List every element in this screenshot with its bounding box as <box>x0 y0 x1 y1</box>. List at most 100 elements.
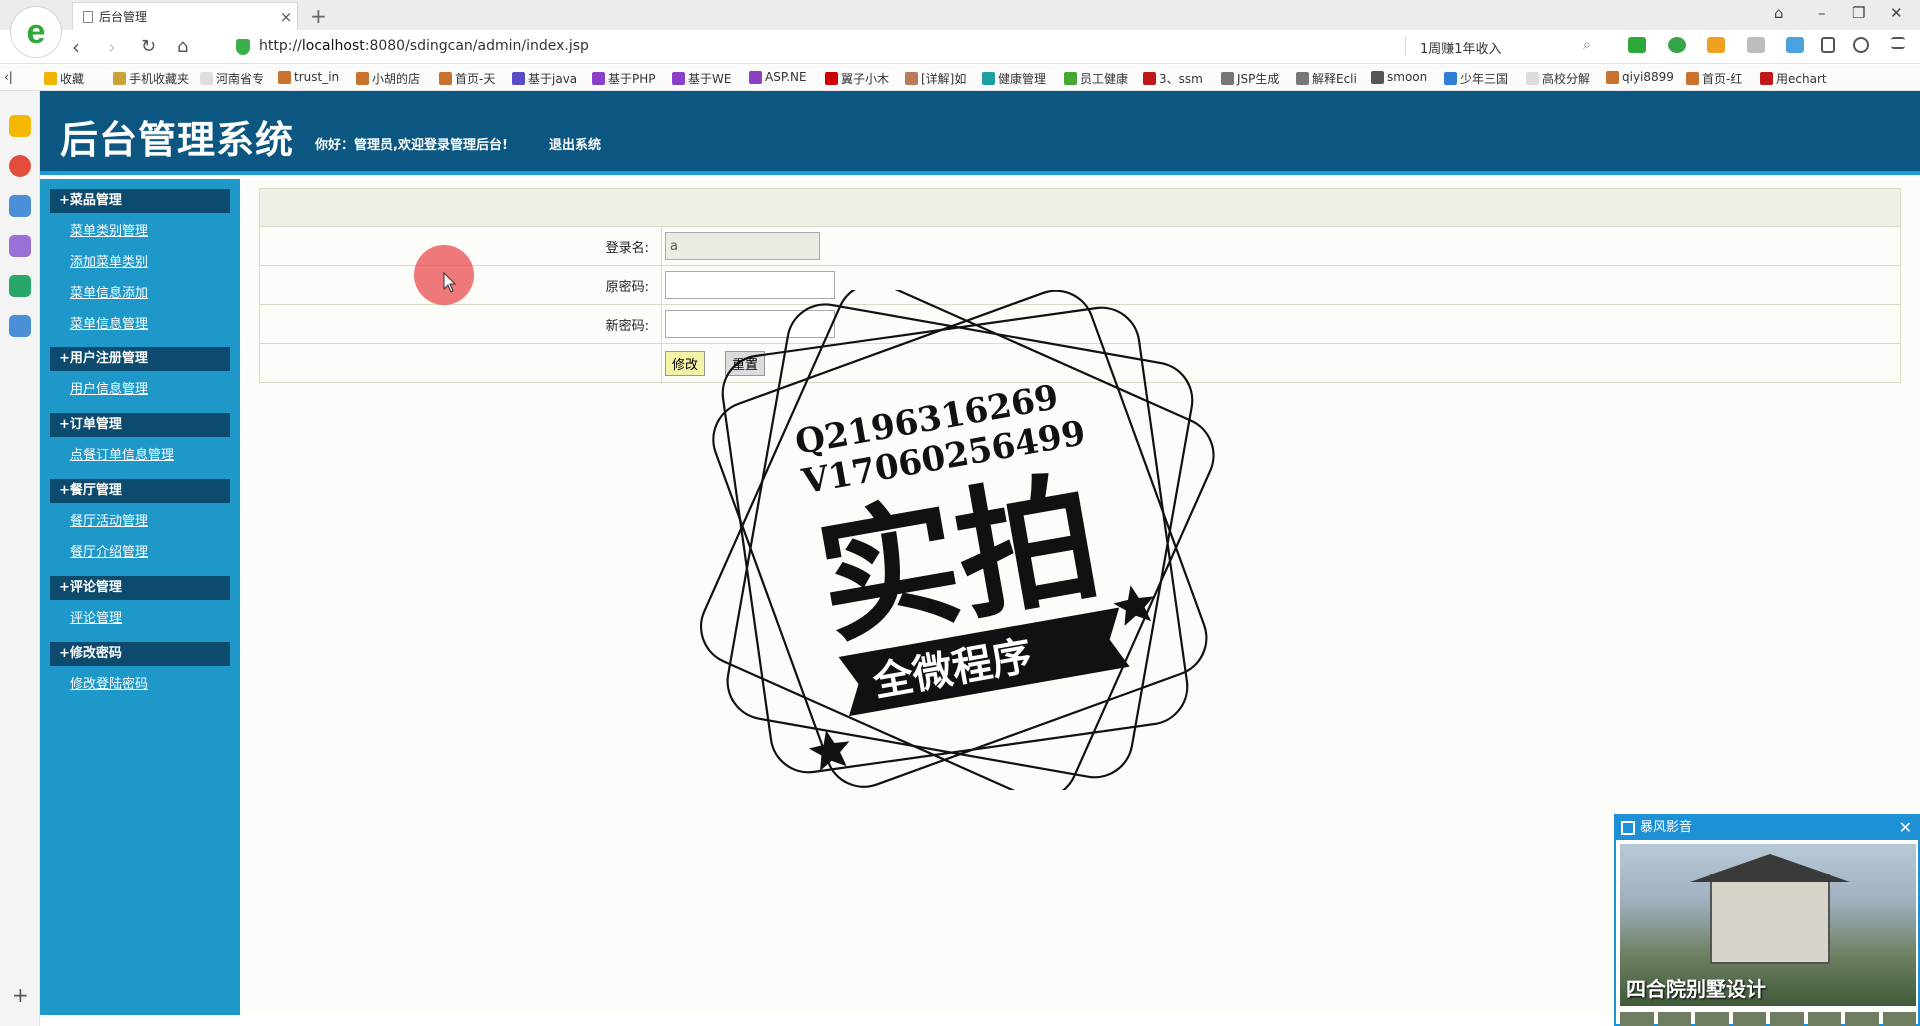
restore-button[interactable]: ❐ <box>1852 4 1865 22</box>
shirt-icon[interactable]: ⌂ <box>1774 4 1784 22</box>
bookmark-label: 解释Ecli <box>1312 72 1357 86</box>
bookmark-item[interactable]: 高校分解 <box>1526 70 1590 87</box>
menu-section-restaurant[interactable]: +餐厅管理 <box>50 479 230 503</box>
bookmark-label: ASP.NE <box>765 70 807 84</box>
translate-icon[interactable] <box>1668 37 1686 53</box>
apps-grid-icon[interactable] <box>1786 37 1804 53</box>
reload-button[interactable]: ↻ <box>141 36 156 57</box>
search-icon[interactable]: ⌕ <box>1583 37 1591 53</box>
bookmark-item[interactable]: ASP.NE <box>749 70 807 84</box>
forward-button[interactable]: › <box>108 35 116 59</box>
mail-icon[interactable] <box>9 195 31 217</box>
scissors-icon[interactable] <box>1628 37 1646 53</box>
login-name-field[interactable] <box>665 232 820 260</box>
logout-link[interactable]: 退出系统 <box>549 134 601 153</box>
reset-button[interactable]: 重置 <box>725 350 766 376</box>
video-icon[interactable] <box>9 275 31 297</box>
old-password-field[interactable] <box>665 271 835 299</box>
close-icon[interactable]: ✕ <box>1899 816 1912 840</box>
ad-thumbnails[interactable] <box>1620 1012 1916 1026</box>
tab-title: 后台管理 <box>99 10 148 24</box>
close-tab-icon[interactable]: × <box>275 8 297 26</box>
menu-section-orders[interactable]: +订单管理 <box>50 413 230 437</box>
home-button[interactable]: ⌂ <box>177 36 188 57</box>
bookmark-item[interactable]: 基于PHP <box>592 70 656 87</box>
bookmark-item[interactable]: 翼子小木 <box>825 70 889 87</box>
bookmark-item[interactable]: smoon <box>1371 70 1427 84</box>
favorites-icon[interactable] <box>9 115 31 137</box>
minimize-button[interactable]: – <box>1818 4 1826 22</box>
menu-section-comments[interactable]: +评论管理 <box>50 576 230 600</box>
bookmark-item[interactable]: 基于java <box>512 70 577 87</box>
bookmark-label: 首页-红 <box>1702 72 1743 86</box>
video-ad-popup[interactable]: 暴风影音 ✕ 四合院别墅设计 <box>1614 814 1920 1026</box>
bookmark-item[interactable]: JSP生成 <box>1221 70 1279 87</box>
mouse-cursor-icon <box>443 272 457 293</box>
bookmark-item[interactable]: 健康管理 <box>982 70 1046 87</box>
menu-link-add-category[interactable]: 添加菜单类别 <box>70 251 148 270</box>
menu-link-orders[interactable]: 点餐订单信息管理 <box>70 444 174 463</box>
change-password-form: 登录名: 原密码: 新密码: 修改重置 <box>259 188 1901 383</box>
menu-link-comments[interactable]: 评论管理 <box>70 607 122 626</box>
document-icon[interactable] <box>9 315 31 337</box>
bookmark-item[interactable]: qiyi8899 <box>1606 70 1674 84</box>
bookmark-item[interactable]: 河南省专 <box>200 70 264 87</box>
ad-caption: 四合院别墅设计 <box>1626 977 1766 1001</box>
bookmark-item[interactable]: 首页-红 <box>1686 70 1742 87</box>
menu-link-change-password[interactable]: 修改登陆密码 <box>70 673 148 692</box>
menu-section-dishes[interactable]: +菜品管理 <box>50 189 230 213</box>
browser-logo-icon[interactable]: e <box>10 6 62 58</box>
admin-sidebar: +菜品管理 菜单类别管理 添加菜单类别 菜单信息添加 菜单信息管理 +用户注册管… <box>40 179 240 1015</box>
security-shield-icon <box>236 39 250 55</box>
bookmark-label: 翼子小木 <box>841 72 890 86</box>
bookmark-label: 基于WE <box>688 72 732 86</box>
browser-tab[interactable]: 后台管理 × <box>72 2 298 30</box>
bookmark-item[interactable]: 3、ssm <box>1143 70 1203 87</box>
undo-icon[interactable] <box>1853 37 1869 53</box>
menu-section-password[interactable]: +修改密码 <box>50 642 230 666</box>
bookmark-item[interactable]: 首页-天 <box>439 70 495 87</box>
menu-link-intro[interactable]: 餐厅介绍管理 <box>70 541 148 560</box>
new-password-field[interactable] <box>665 310 835 338</box>
ad-app-name: 暴风影音 <box>1640 820 1693 835</box>
bookmark-item[interactable]: 收藏 <box>44 70 84 87</box>
menu-section-users[interactable]: +用户注册管理 <box>50 347 230 371</box>
weibo-icon[interactable] <box>9 155 31 177</box>
comic-icon[interactable] <box>9 235 31 257</box>
bookmarks-collapse-icon[interactable]: ‹| <box>4 70 13 84</box>
emoji-icon[interactable] <box>1747 37 1765 53</box>
form-header-row <box>259 188 1901 227</box>
close-window-button[interactable]: ✕ <box>1890 4 1903 22</box>
bookmark-item[interactable]: 员工健康 <box>1064 70 1128 87</box>
address-bar[interactable]: http://localhost:8080/sdingcan/admin/ind… <box>259 38 589 54</box>
shield-plugin-icon[interactable] <box>1707 37 1725 53</box>
ad-title-bar: 暴风影音 ✕ <box>1616 816 1918 840</box>
house-illustration <box>1710 874 1830 964</box>
bookmark-item[interactable]: 解释Ecli <box>1296 70 1357 87</box>
menu-link-add-dish[interactable]: 菜单信息添加 <box>70 282 148 301</box>
form-row-old-password: 原密码: <box>259 265 1901 305</box>
bookmark-item[interactable]: 基于WE <box>672 70 731 87</box>
bookmark-item[interactable]: 少年三国 <box>1444 70 1508 87</box>
menu-link-manage-dish[interactable]: 菜单信息管理 <box>70 313 148 332</box>
menu-link-activities[interactable]: 餐厅活动管理 <box>70 510 148 529</box>
bookmark-item[interactable]: trust_in <box>278 70 339 84</box>
back-button[interactable]: ‹ <box>72 35 80 59</box>
new-password-label: 新密码: <box>259 304 662 344</box>
bookmark-item[interactable]: 用echart <box>1760 70 1827 87</box>
add-dock-item-icon[interactable]: + <box>12 983 29 1007</box>
bookmark-item[interactable]: [详解]如 <box>905 70 966 87</box>
submit-button[interactable]: 修改 <box>665 350 706 376</box>
page-icon <box>83 10 93 23</box>
bookmark-label: 员工健康 <box>1080 72 1129 86</box>
bookmark-item[interactable]: 小胡的店 <box>356 70 420 87</box>
bookmark-label: JSP生成 <box>1237 72 1280 86</box>
menu-link-users[interactable]: 用户信息管理 <box>70 378 148 397</box>
ad-image[interactable]: 四合院别墅设计 <box>1620 844 1916 1006</box>
menu-icon[interactable] <box>1891 37 1905 49</box>
bookmark-item[interactable]: 手机收藏夹 <box>113 70 189 87</box>
menu-link-dish-category[interactable]: 菜单类别管理 <box>70 220 148 239</box>
search-box[interactable]: 1周赚1年收入 <box>1420 38 1502 57</box>
device-icon[interactable] <box>1821 37 1835 53</box>
new-tab-button[interactable]: + <box>310 4 327 28</box>
